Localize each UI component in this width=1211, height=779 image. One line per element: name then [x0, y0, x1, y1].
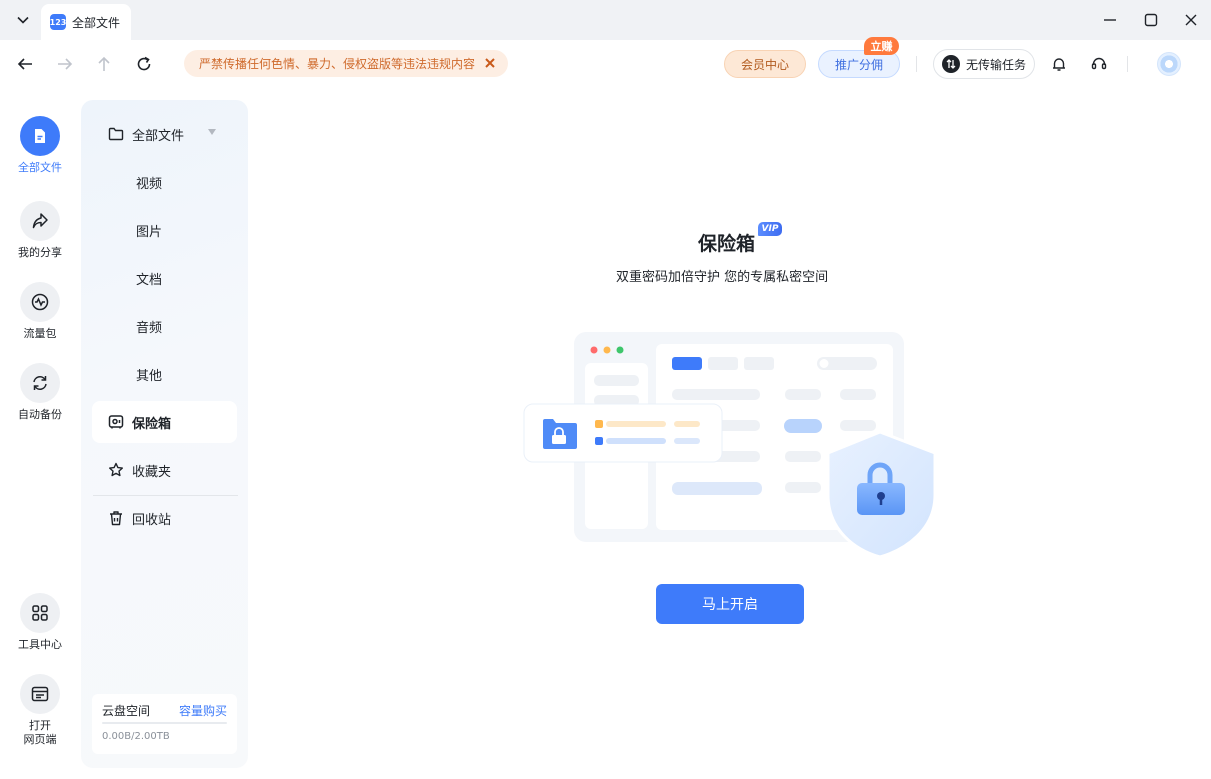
close-warning-icon[interactable] [483, 56, 497, 70]
trash-icon [108, 510, 124, 526]
browser-icon [20, 674, 60, 714]
sidebar-item-images[interactable]: 图片 [136, 209, 236, 251]
tab-title: 全部文件 [72, 15, 121, 30]
sidebar-item-favorites[interactable]: 收藏夹 [81, 449, 248, 491]
grid-icon [20, 593, 60, 633]
safe-icon [108, 414, 124, 430]
folder-icon [108, 126, 124, 142]
transfer-label: 无传输任务 [966, 57, 1027, 72]
storage-label: 云盘空间 [102, 704, 151, 718]
sync-icon [20, 363, 60, 403]
sidebar-item-label: 收藏夹 [132, 464, 172, 480]
sidebar-item-video[interactable]: 视频 [136, 161, 236, 203]
up-arrow-icon[interactable] [93, 53, 115, 75]
content-warning-banner: 严禁传播任何色情、暴力、侵权盗版等违法违规内容 [184, 50, 508, 77]
toolbar-divider [916, 56, 917, 72]
page-subtitle: 双重密码加倍守护 您的专属私密空间 [616, 270, 829, 285]
sidebar-item-label: 回收站 [132, 512, 172, 528]
rail-label: 流量包 [23, 327, 57, 340]
sidebar-divider [93, 495, 238, 496]
sidebar-item-label: 全部文件 [132, 128, 185, 144]
toolbar: 严禁传播任何色情、暴力、侵权盗版等违法违规内容 会员中心 推广分佣 立赚 无传输… [0, 37, 1211, 88]
star-icon [108, 462, 124, 478]
sidebar-item-vault[interactable]: 保险箱 [92, 401, 237, 443]
buy-capacity-link[interactable]: 容量购买 [179, 702, 227, 719]
promo-badge: 立赚 [864, 37, 899, 55]
sidebar-panel: 全部文件 视频 图片 文档 音频 其他 保险箱 收藏夹 回收站 云盘空间 容量购… [81, 100, 248, 768]
rail-label: 我的分享 [18, 246, 62, 259]
sidebar-item-other[interactable]: 其他 [136, 353, 236, 395]
rail-label: 自动备份 [18, 408, 62, 421]
bell-icon[interactable] [1048, 53, 1070, 75]
rail-label: 全部文件 [18, 161, 62, 174]
app-logo-icon: 123 [50, 14, 66, 30]
back-arrow-icon[interactable] [14, 53, 36, 75]
rail-item-tool-center[interactable]: 工具中心 [0, 593, 80, 652]
file-icon [20, 116, 60, 156]
share-icon [20, 201, 60, 241]
minimize-icon[interactable] [1097, 8, 1123, 32]
avatar[interactable] [1157, 52, 1181, 76]
sidebar-item-documents[interactable]: 文档 [136, 257, 236, 299]
close-icon[interactable] [1178, 8, 1204, 32]
rail-label: 打开 网页端 [23, 719, 57, 746]
enable-vault-button[interactable]: 马上开启 [656, 584, 804, 624]
traffic-icon [20, 282, 60, 322]
page-title: 保险箱 [698, 233, 756, 255]
member-center-button[interactable]: 会员中心 [724, 50, 806, 78]
rail-item-my-share[interactable]: 我的分享 [0, 201, 80, 260]
sidebar-item-all-files[interactable]: 全部文件 [81, 113, 248, 155]
storage-used: 0.00B/2.00TB [102, 731, 170, 742]
headset-icon[interactable] [1088, 53, 1110, 75]
transfer-icon [942, 55, 960, 73]
storage-card: 云盘空间 容量购买 0.00B/2.00TB [92, 694, 237, 754]
warning-text: 严禁传播任何色情、暴力、侵权盗版等违法违规内容 [199, 57, 476, 71]
chevron-down-icon[interactable] [208, 129, 216, 135]
storage-progress-bar [102, 722, 227, 724]
toolbar-divider [1127, 56, 1128, 72]
tab-list-chevron-down-icon[interactable] [12, 10, 34, 30]
rail-label: 工具中心 [18, 638, 62, 651]
sidebar-item-label: 保险箱 [132, 416, 172, 432]
vip-badge: VIP [758, 222, 782, 236]
sidebar-item-recycle-bin[interactable]: 回收站 [81, 497, 248, 539]
tab-all-files[interactable]: 123 全部文件 [41, 4, 131, 40]
sidebar-item-audio[interactable]: 音频 [136, 305, 236, 347]
transfer-tasks-button[interactable]: 无传输任务 [933, 49, 1035, 79]
rail-item-traffic[interactable]: 流量包 [0, 282, 80, 341]
forward-arrow-icon[interactable] [54, 53, 76, 75]
rail-item-open-web[interactable]: 打开 网页端 [0, 674, 80, 747]
maximize-icon[interactable] [1138, 8, 1164, 32]
rail-item-all-files[interactable]: 全部文件 [0, 116, 80, 175]
rail-item-auto-backup[interactable]: 自动备份 [0, 363, 80, 422]
refresh-icon[interactable] [133, 53, 155, 75]
vault-illustration [520, 325, 940, 565]
title-bar: 123 全部文件 [0, 0, 1211, 40]
